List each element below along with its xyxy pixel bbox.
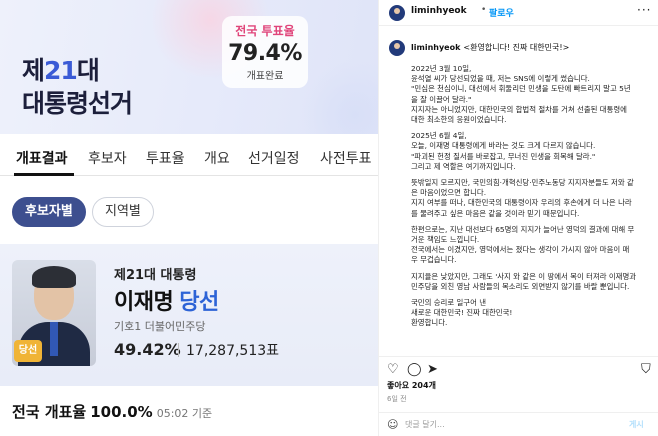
tab-overview[interactable]: 개요 <box>204 148 230 168</box>
candidate-votes: 17,287,513표 <box>186 343 280 359</box>
caption-line: 2022년 3월 10일, <box>411 64 472 73</box>
candidate-subtitle: 제21대 대통령 <box>114 268 197 283</box>
caption-line: 지지자는 아니었지만, 대한민국의 합법적 절차를 거쳐 선출된 대통령에 <box>411 104 627 114</box>
candidate-card: 당선 제21대 대통령 이재명 당선 기호1 더불어민주당 49.42% 17,2… <box>0 244 378 386</box>
caption-title: <환영합니다! 진짜 대한민국!> <box>463 43 570 52</box>
tab-early-voting[interactable]: 사전투표 <box>320 148 372 168</box>
turnout-box: 전국 투표율 79.4% 개표완료 <box>222 16 308 88</box>
elected-badge: 당선 <box>14 340 42 362</box>
filter-by-region[interactable]: 지역별 <box>92 197 154 227</box>
caption-line: 우 무겁습니다. <box>411 255 457 265</box>
divider <box>178 343 179 357</box>
caption-line: 그리고 제 역할은 여기까지입니다. <box>411 161 516 171</box>
caption-avatar[interactable] <box>389 40 405 56</box>
post-comment-button[interactable]: 게시 <box>629 419 644 430</box>
caption-line: 지지 여부를 떠나, 대한민국의 대통령이자 우리의 후손에게 더 나은 나라 <box>411 198 632 208</box>
caption-line: "파괴된 헌정 질서를 바로잡고, 무너진 민생을 회복해 달라." <box>411 151 596 161</box>
caption-line: 지지율은 낮았지만, 그래도 '사지 와 같은 이 땅에서 목이 터져라 이재명… <box>411 271 637 281</box>
caption-line: 민주당을 외친 영남 사람들의 목소리도 외면받지 않기를 바랄 뿐입니다. <box>411 281 630 291</box>
election-tabs: 개표결과 후보자 투표율 개요 선거일정 사전투표 <box>0 142 378 176</box>
caption-line: "민심은 천심이니, 대선에서 휘둘리던 민생을 도탄에 빠트리지 말고 5년 <box>411 84 631 94</box>
candidate-party: 기호1 더불어민주당 <box>114 320 206 333</box>
candidate-name-row: 이재명 당선 <box>114 284 219 316</box>
candidate-result: 당선 <box>179 290 219 315</box>
election-title: 제21대 대통령선거 <box>22 56 133 118</box>
separator-dot: • <box>481 5 487 15</box>
filter-by-candidate[interactable]: 후보자별 <box>12 197 86 227</box>
caption-line: 거운 책임도 느낍니다. <box>411 235 480 244</box>
tab-turnout[interactable]: 투표율 <box>146 148 185 168</box>
post-actions: ♡ ◯ ➤ ⛉ <box>379 356 658 376</box>
caption-line: 전국에서는 이겼지만, 영덕에서는 졌다는 생각이 가시지 않아 마음이 매 <box>411 245 630 255</box>
election-hero-banner: 제21대 대통령선거 전국 투표율 79.4% 개표완료 <box>0 0 378 134</box>
caption-line: 을 잘 이끌어 달라." <box>411 94 472 104</box>
tab-results[interactable]: 개표결과 <box>16 148 68 168</box>
counting-label: 전국 개표율 <box>12 403 87 421</box>
candidate-name: 이재명 <box>114 290 174 315</box>
caption-header: liminhyeok <환영합니다! 진짜 대한민국!> <box>411 42 569 53</box>
turnout-value: 79.4% <box>228 41 302 66</box>
bookmark-icon[interactable]: ⛉ <box>641 363 651 376</box>
counting-value: 100.0% <box>90 403 153 421</box>
caption-line: 국민의 승리로 일구어 낸 <box>411 298 487 307</box>
tab-candidates[interactable]: 후보자 <box>88 148 127 168</box>
caption-line: 윤석열 씨가 당선되었을 때, 저는 SNS에 이렇게 썼습니다. <box>411 74 590 84</box>
counting-status: 전국 개표율 100.0% 05:02 기준 <box>12 401 212 422</box>
caption-line: 뜻밖일지 모르지만, 국민의힘·개혁신당·민주노동당 지지자분들도 저와 같 <box>411 178 634 187</box>
candidate-photo: 당선 <box>12 260 96 366</box>
caption-line: 은 마음이었으면 합니다. <box>411 188 487 198</box>
comment-input[interactable]: 댓글 달기... <box>405 419 445 430</box>
caption-line: 새로운 대한민국! 진짜 대한민국! <box>411 308 513 318</box>
election-result-image: 제21대 대통령선거 전국 투표율 79.4% 개표완료 개표결과 후보자 투표… <box>0 0 378 436</box>
caption-line: 한편으로는, 지난 대선보다 65명의 지지가 늘어난 영덕의 결과에 대해 무 <box>411 224 635 234</box>
follow-button[interactable]: 팔로우 <box>489 6 514 19</box>
post-header: liminhyeok • 팔로우 ··· <box>379 0 658 26</box>
likes-count[interactable]: 좋아요 204개 <box>387 380 436 391</box>
tab-schedule[interactable]: 선거일정 <box>248 148 300 168</box>
caption-line: 오늘, 이재명 대통령에게 바라는 것도 크게 다르지 않습니다. <box>411 141 596 151</box>
caption-username[interactable]: liminhyeok <box>411 43 460 52</box>
post-time: 6일 전 <box>387 395 407 403</box>
caption-line: 를 물려주고 싶은 마음은 같을 것이라 믿기 때문입니다. <box>411 208 580 218</box>
caption-line: 환영합니다. <box>411 318 448 328</box>
candidate-vote-pct: 49.42% <box>114 340 181 359</box>
turnout-label: 전국 투표율 <box>235 24 295 38</box>
caption-line: 대한 최소한의 응원이었습니다. <box>411 115 507 124</box>
heart-icon[interactable]: ♡ <box>387 363 399 376</box>
avatar[interactable] <box>389 5 405 21</box>
username-link[interactable]: liminhyeok <box>411 6 467 16</box>
emoji-icon[interactable]: ☺ <box>387 418 398 431</box>
turnout-status: 개표완료 <box>246 71 284 82</box>
active-tab-indicator <box>14 173 74 176</box>
more-icon[interactable]: ··· <box>637 3 651 17</box>
share-icon[interactable]: ➤ <box>427 363 438 376</box>
caption-line: 2025년 6월 4일, <box>411 131 467 141</box>
instagram-post-panel: liminhyeok • 팔로우 ··· liminhyeok <환영합니다! 진… <box>378 0 658 436</box>
comment-icon[interactable]: ◯ <box>407 363 422 376</box>
counting-time: 05:02 기준 <box>156 407 213 420</box>
comment-bar: ☺ 댓글 달기... 게시 <box>379 412 658 436</box>
